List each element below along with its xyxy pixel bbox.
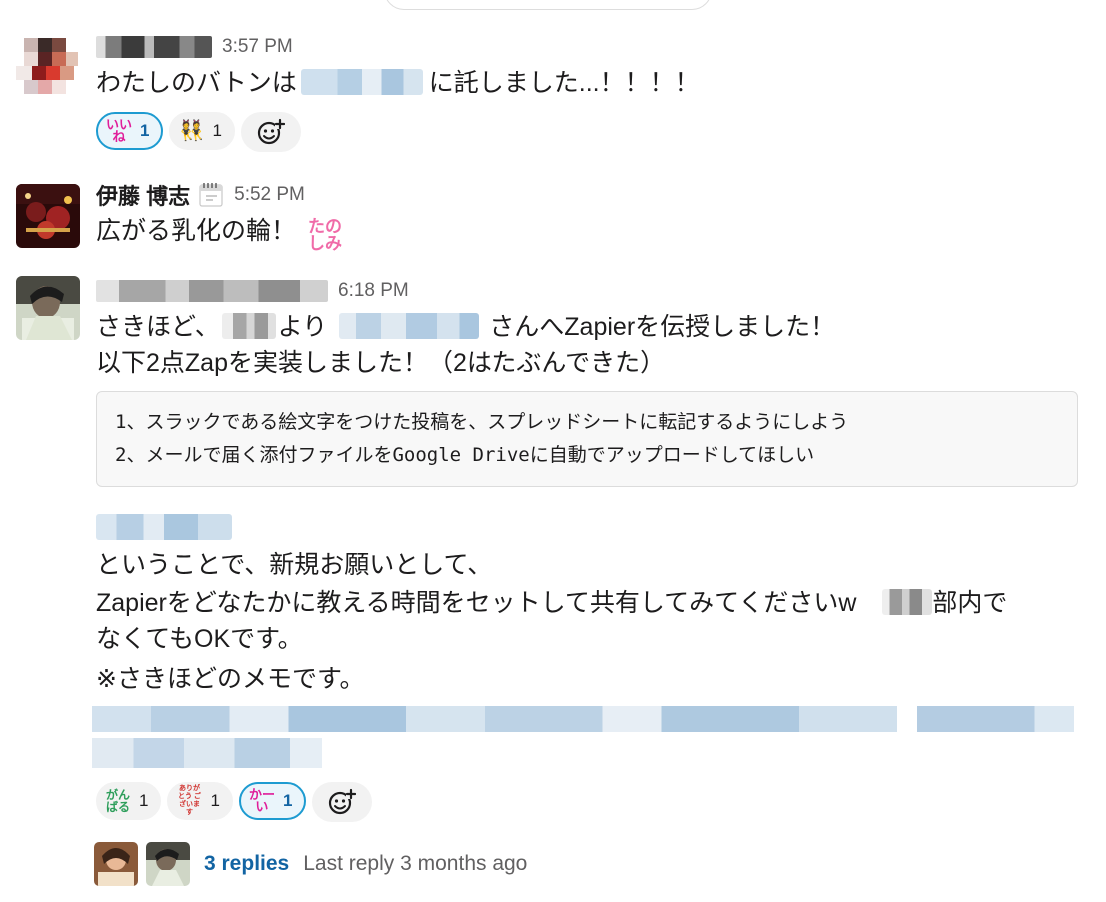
message-text: 部内で — [932, 589, 1008, 617]
link-redacted[interactable] — [92, 738, 322, 768]
mention-redacted[interactable] — [300, 69, 423, 95]
sender-name-redacted[interactable] — [96, 36, 212, 58]
mention-redacted[interactable] — [96, 514, 232, 540]
reaction-ganbaru[interactable]: がん ばる 1 — [96, 782, 162, 820]
reaction-count: 1 — [282, 791, 293, 810]
reaction-kawaii[interactable]: かーい 1 — [238, 782, 307, 820]
add-emoji-icon — [257, 118, 285, 145]
message-text: 広がる乳化の輪！ — [96, 217, 297, 245]
name-redacted[interactable] — [882, 589, 933, 615]
date-divider-pill[interactable] — [384, 0, 712, 10]
tanoshimi-emoji: たの しみ — [307, 217, 342, 253]
thread-replies-bar[interactable]: 3 replies Last reply 3 months ago — [94, 842, 527, 886]
message-text: さんへZapierを伝授しました！ — [489, 313, 836, 341]
arigatou-emoji: ありがとう ございます — [177, 785, 201, 816]
avatar[interactable] — [16, 184, 80, 248]
sender-name[interactable]: 伊藤 博志 — [96, 179, 190, 211]
last-reply-text: Last reply 3 months ago — [303, 852, 528, 875]
ganbaru-emoji: がん ばる — [105, 788, 130, 814]
message-text: に託しました...！！！！ — [428, 69, 700, 97]
message-header: 伊藤 博志 5:52 PM — [96, 180, 305, 210]
code-line: 2、メールで届く添付ファイルをGoogle Driveに自動でアップロードしてほ… — [115, 444, 815, 466]
message-body-line3: ということで、新規お願いとして、 — [96, 551, 493, 579]
reaction-dancers[interactable]: 👯 1 — [169, 112, 235, 150]
name-redacted[interactable] — [221, 313, 276, 339]
reaction-arigatou[interactable]: ありがとう ございます 1 — [167, 782, 233, 820]
avatar[interactable] — [16, 34, 80, 98]
message-text: Zapierをどなたかに教える時間をセットして共有してみてくださいw — [96, 589, 857, 617]
reply-avatar — [146, 842, 190, 886]
reply-avatar — [94, 842, 138, 886]
dancers-emoji: 👯 — [179, 120, 204, 142]
message-body: わたしのバトンは に託しました...！！！！ — [96, 66, 700, 101]
message-body-line2: 以下2点Zapを実装しました！（2はたぶんできた） — [96, 349, 666, 377]
reply-count-link[interactable]: 3 replies — [204, 852, 289, 876]
iine-emoji: いいね — [106, 117, 133, 144]
reaction-count: 1 — [212, 121, 222, 140]
reaction-iine[interactable]: いいね 1 — [96, 112, 164, 150]
message-text: さきほど、 — [96, 313, 220, 341]
mention-redacted[interactable] — [339, 313, 480, 339]
message-header: 6:18 PM — [96, 276, 409, 306]
message-body-line1: さきほど、 より さんへZapierを伝授しました！ — [96, 310, 835, 345]
message-body-line6: ※さきほどのメモです。 — [96, 665, 365, 693]
add-emoji-icon — [329, 788, 357, 815]
calendar-icon — [199, 183, 223, 207]
sender-name-redacted[interactable] — [96, 280, 328, 302]
timestamp[interactable]: 6:18 PM — [338, 280, 409, 302]
timestamp[interactable]: 5:52 PM — [234, 184, 305, 206]
message-body-line4: Zapierをどなたかに教える時間をセットして共有してみてくださいw 部内で — [96, 586, 1007, 621]
message-body-line5: なくてもOKです。 — [96, 625, 303, 653]
kawaii-emoji: かーい — [248, 787, 275, 814]
add-reaction-button[interactable] — [240, 112, 301, 152]
message-text: より — [277, 313, 328, 341]
reactions-bar: いいね 1 👯 1 — [96, 112, 301, 152]
code-line: 1、スラックである絵文字をつけた投稿を、スプレッドシートに転記するようにしよう — [115, 411, 849, 433]
reaction-count: 1 — [139, 791, 149, 810]
code-block: 1、スラックである絵文字をつけた投稿を、スプレッドシートに転記するようにしよう … — [96, 391, 1078, 487]
link-redacted[interactable] — [92, 706, 1074, 732]
avatar[interactable] — [16, 276, 80, 340]
message-body: 広がる乳化の輪！ たの しみ — [96, 214, 347, 252]
timestamp[interactable]: 3:57 PM — [222, 36, 293, 58]
reaction-count: 1 — [210, 791, 220, 810]
reactions-bar: がん ばる 1 ありがとう ございます 1 かーい 1 — [96, 782, 373, 822]
reaction-count: 1 — [140, 121, 150, 140]
add-reaction-button[interactable] — [312, 782, 373, 822]
message-header: 3:57 PM — [96, 32, 293, 62]
message-text: わたしのバトンは — [96, 69, 297, 97]
